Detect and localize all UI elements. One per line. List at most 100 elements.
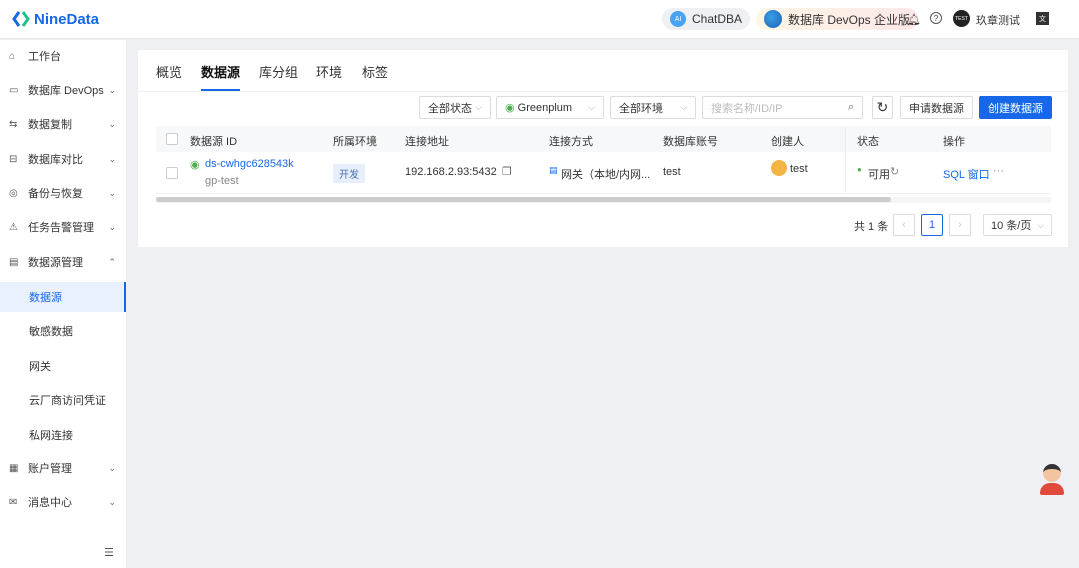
home-icon: ⌂	[9, 50, 16, 62]
db-account: test	[663, 166, 681, 178]
creator-avatar	[771, 160, 787, 176]
gateway-icon: ▤	[549, 165, 558, 175]
backup-icon: ◎	[9, 187, 18, 199]
sidebar-item-5[interactable]: ⚠ 任务告警管理 ⌄	[0, 212, 126, 242]
status-filter[interactable]: 全部状态 ⌵	[419, 96, 491, 119]
sidebar-item-4[interactable]: ◎ 备份与恢复 ⌄	[0, 178, 126, 208]
page-size-select[interactable]: 10 条/页 ⌵	[983, 214, 1052, 236]
apply-datasource-button[interactable]: 申请数据源	[900, 96, 973, 119]
db-type-value: Greenplum	[517, 102, 573, 114]
chevron-down-icon: ⌄	[108, 153, 116, 164]
sidebar-item-label: 敏感数据	[29, 326, 73, 338]
col-actions: 操作	[943, 136, 965, 148]
sidebar-item-8[interactable]: 敏感数据	[0, 316, 126, 346]
search-icon: ⌕	[847, 101, 854, 113]
chevron-down-icon: ⌵	[475, 102, 482, 112]
status-dot-icon: ●	[857, 165, 862, 174]
sql-window-link[interactable]: SQL 窗口	[943, 166, 990, 182]
sidebar-item-3[interactable]: ⊟ 数据库对比 ⌄	[0, 144, 126, 174]
horizontal-scrollbar-track[interactable]	[156, 197, 1051, 203]
chevron-down-icon: ⌄	[108, 84, 116, 95]
row-checkbox[interactable]	[166, 167, 178, 179]
sidebar-item-7[interactable]: 数据源	[0, 282, 126, 312]
page-size-value: 10 条/页	[991, 220, 1032, 232]
chevron-down-icon: ⌄	[108, 187, 116, 198]
select-all-checkbox[interactable]	[166, 133, 178, 145]
sidebar: ⌂ 工作台 ▭ 数据库 DevOps ⌄ ⇆ 数据复制 ⌄ ⊟ 数据库对比 ⌄ ◎ 备份与恢复 ⌄ ⚠ 任务告…	[0, 40, 126, 568]
chevron-down-icon: ⌵	[680, 102, 687, 112]
status-text: 可用	[868, 169, 890, 181]
sidebar-item-label: 消息中心	[28, 497, 72, 509]
db-type-filter[interactable]: ◉ Greenplum ⌵	[496, 96, 604, 119]
next-page-button[interactable]: ›	[949, 214, 971, 236]
search-input[interactable]: 搜索名称/ID/IP ⌕	[702, 96, 863, 119]
sidebar-item-label: 数据源	[29, 292, 62, 304]
sidebar-item-label: 云厂商访问凭证	[29, 395, 106, 407]
col-id: 数据源 ID	[190, 136, 238, 148]
create-datasource-button[interactable]: 创建数据源	[979, 96, 1052, 119]
help-icon[interactable]: ?	[930, 12, 942, 24]
collapse-sidebar-icon[interactable]: ☰	[104, 546, 114, 559]
sidebar-item-0[interactable]: ⌂ 工作台	[0, 41, 126, 71]
copy-icon[interactable]: ❐	[502, 165, 512, 178]
sidebar-item-6[interactable]: ▤ 数据源管理 ⌃	[0, 247, 126, 277]
tab-3[interactable]: 环境	[316, 62, 342, 81]
logo[interactable]: NineData	[12, 10, 99, 28]
env-filter[interactable]: 全部环境 ⌵	[610, 96, 696, 119]
sidebar-item-label: 任务告警管理	[28, 222, 94, 234]
sidebar-item-label: 备份与恢复	[28, 188, 83, 200]
avatar[interactable]: TEST	[953, 10, 970, 27]
sidebar-item-2[interactable]: ⇆ 数据复制 ⌄	[0, 109, 126, 139]
bell-icon[interactable]: 🔔︎	[907, 13, 921, 26]
main-card: 概览 数据源 库分组 环境 标签 全部状态 ⌵ ◉ Greenplum ⌵ 全部环境 ⌵ 搜索…	[138, 50, 1068, 247]
support-avatar-button[interactable]	[1039, 464, 1065, 496]
compare-icon: ⊟	[9, 153, 18, 165]
user-name[interactable]: 玖章测试	[976, 12, 1020, 28]
sidebar-item-label: 工作台	[28, 51, 61, 63]
sidebar-item-11[interactable]: 私网连接	[0, 420, 126, 450]
sidebar-item-1[interactable]: ▭ 数据库 DevOps ⌄	[0, 75, 126, 105]
message-icon: ✉	[9, 496, 18, 508]
tab-4[interactable]: 标签	[362, 62, 388, 81]
chevron-down-icon: ⌄	[108, 496, 116, 507]
col-address: 连接地址	[405, 136, 449, 148]
devops-label: 数据库 DevOps 企业版	[788, 12, 911, 27]
sidebar-item-label: 数据库对比	[28, 154, 83, 166]
globe-icon	[764, 10, 782, 28]
page-1-button[interactable]: 1	[921, 214, 943, 236]
table-row: ◉ ds-cwhgc628543k gp-test 开发 192.168.2.9…	[156, 152, 1051, 194]
greenplum-icon: ◉	[190, 159, 200, 171]
col-account: 数据库账号	[663, 136, 718, 148]
datasource-id-link[interactable]: ds-cwhgc628543k	[205, 158, 294, 170]
sidebar-item-13[interactable]: ✉ 消息中心 ⌄	[0, 487, 126, 517]
chevron-down-icon: ⌵	[1037, 219, 1044, 230]
sidebar-item-label: 网关	[29, 361, 51, 373]
account-icon: ▦	[9, 462, 19, 474]
sidebar-item-9[interactable]: 网关	[0, 351, 126, 381]
refresh-icon: ↻	[876, 99, 889, 115]
more-actions-button[interactable]: ···	[993, 165, 1004, 177]
sidebar-item-10[interactable]: 云厂商访问凭证	[0, 385, 126, 415]
col-creator: 创建人	[771, 136, 804, 148]
datasource-name: gp-test	[205, 175, 239, 187]
prev-page-button[interactable]: ‹	[893, 214, 915, 236]
table-header: 数据源 ID 所属环境 连接地址 连接方式 数据库账号 创建人 状态 操作	[156, 126, 1051, 152]
tab-0[interactable]: 概览	[156, 62, 182, 81]
col-env: 所属环境	[333, 136, 377, 148]
sidebar-item-12[interactable]: ▦ 账户管理 ⌄	[0, 453, 126, 483]
env-filter-value: 全部环境	[619, 102, 663, 115]
connection-method: 网关（本地/内网...	[561, 169, 651, 181]
tab-1[interactable]: 数据源	[201, 62, 241, 91]
horizontal-scrollbar-thumb[interactable]	[156, 197, 891, 202]
chatdba-label: ChatDBA	[692, 12, 743, 26]
chatdba-button[interactable]: AI ChatDBA	[662, 8, 751, 30]
sidebar-item-label: 私网连接	[29, 430, 73, 442]
refresh-button[interactable]: ↻	[872, 96, 893, 119]
address: 192.168.2.93:5432	[405, 166, 497, 178]
devops-edition-button[interactable]: 数据库 DevOps 企业版	[756, 8, 919, 30]
refresh-status-icon[interactable]: ↻	[890, 165, 899, 178]
tab-2[interactable]: 库分组	[259, 62, 298, 81]
sidebar-item-label: 数据源管理	[28, 257, 83, 269]
language-icon[interactable]: 文	[1036, 12, 1049, 25]
status-filter-value: 全部状态	[428, 102, 472, 115]
